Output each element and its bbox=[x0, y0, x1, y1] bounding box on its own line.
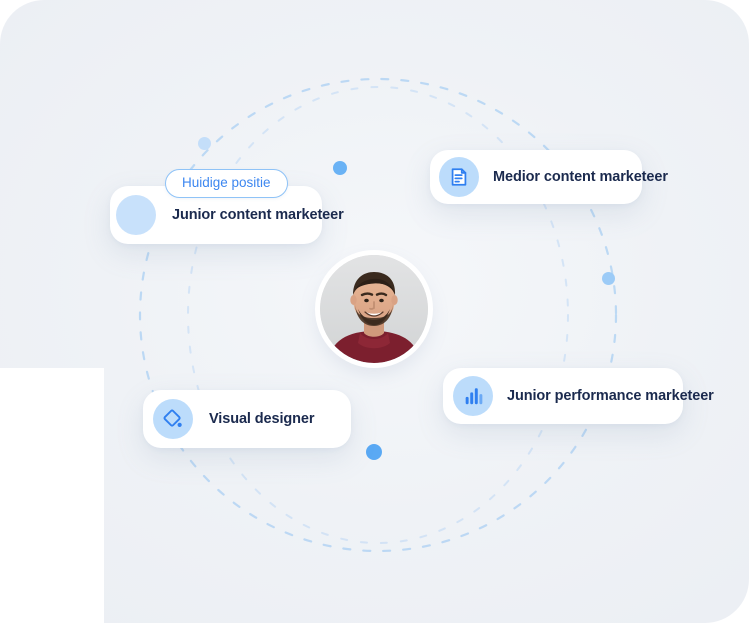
career-path-widget: Junior content marketeer Huidige positie… bbox=[0, 0, 749, 623]
status-badge-current-position: Huidige positie bbox=[165, 169, 288, 198]
user-photo-icon bbox=[320, 255, 428, 363]
avatar bbox=[320, 255, 428, 363]
diamond-design-icon bbox=[153, 399, 193, 439]
document-icon bbox=[439, 157, 479, 197]
career-card-junior-performance-marketeer[interactable]: Junior performance marketeer bbox=[443, 368, 714, 424]
background-notch-corner bbox=[0, 368, 104, 623]
orbit-dot bbox=[197, 136, 211, 150]
orbit-dot bbox=[366, 444, 382, 460]
career-card-label: Medior content marketeer bbox=[493, 169, 668, 185]
career-card-label: Junior performance marketeer bbox=[507, 388, 714, 404]
avatar-circle-placeholder-icon bbox=[116, 195, 156, 235]
orbit-dot bbox=[601, 271, 615, 285]
bar-chart-icon bbox=[453, 376, 493, 416]
career-card-label: Junior content marketeer bbox=[172, 207, 344, 223]
career-card-medior-content-marketeer[interactable]: Medior content marketeer bbox=[430, 150, 668, 204]
orbit-dot bbox=[333, 161, 347, 175]
career-card-visual-designer[interactable]: Visual designer bbox=[143, 390, 351, 448]
career-card-label: Visual designer bbox=[209, 411, 315, 427]
